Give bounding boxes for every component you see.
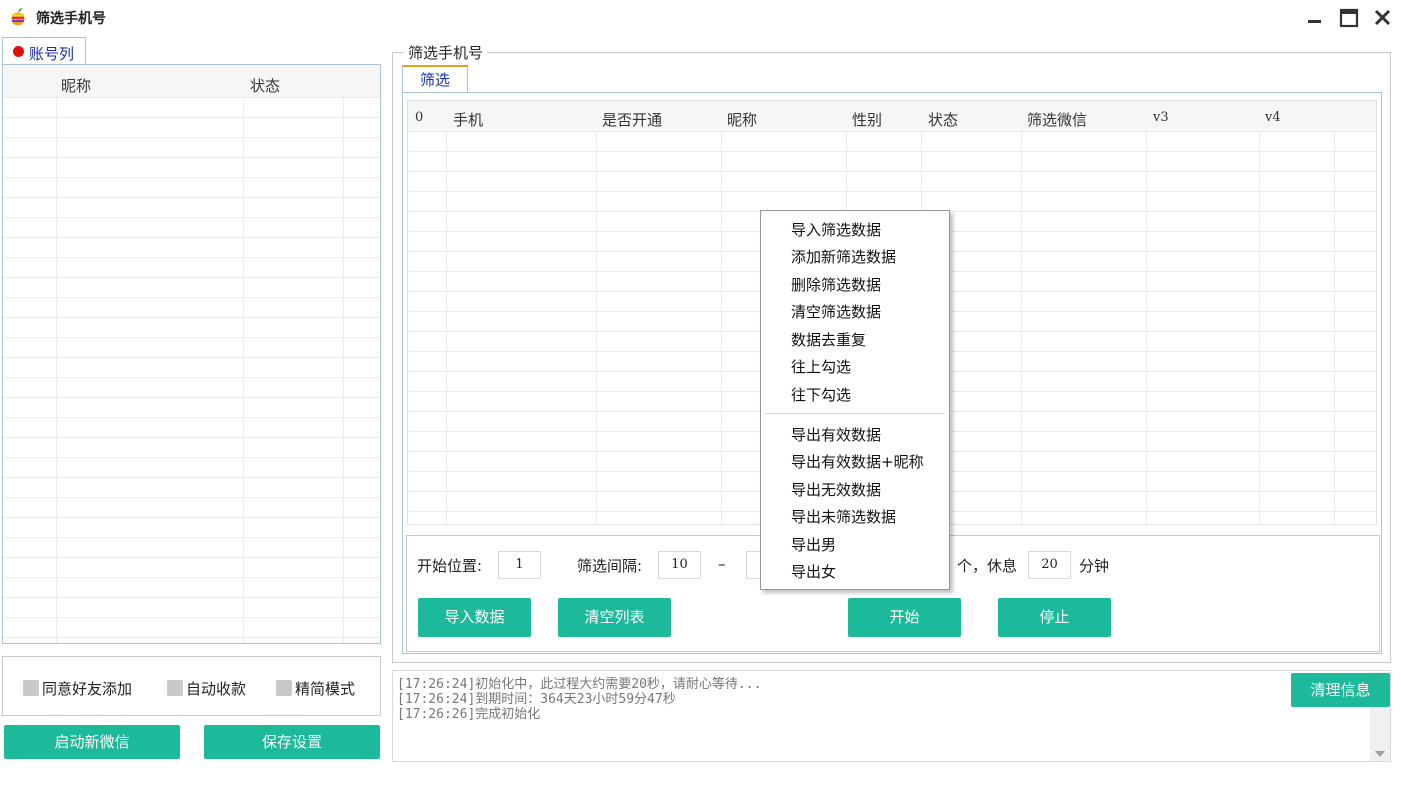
options-panel: 同意好友添加 自动收款 精简模式: [2, 656, 381, 716]
interval-from-input[interactable]: 10: [658, 551, 701, 579]
tab-filter[interactable]: 筛选: [402, 65, 468, 93]
menu-item-export-valid-nickname[interactable]: 导出有效数据+昵称: [791, 451, 924, 472]
save-settings-button[interactable]: 保存设置: [204, 725, 380, 759]
clear-log-button[interactable]: 清理信息: [1291, 673, 1390, 707]
column-nickname[interactable]: 昵称: [727, 109, 757, 130]
maximize-icon: [1339, 8, 1359, 28]
start-position-label: 开始位置:: [417, 557, 483, 575]
count-rest-label: 个，休息: [957, 557, 1018, 575]
window-title: 筛选手机号: [36, 11, 106, 27]
menu-item-export-unfiltered[interactable]: 导出未筛选数据: [791, 506, 896, 527]
tab-account-list[interactable]: 账号列: [2, 37, 86, 65]
interval-dash: –: [718, 555, 726, 573]
start-position-input[interactable]: 1: [498, 551, 541, 579]
rest-minutes-input[interactable]: 20: [1028, 551, 1071, 579]
minute-label: 分钟: [1079, 557, 1110, 575]
menu-item-export-invalid[interactable]: 导出无效数据: [791, 479, 881, 500]
status-dot-icon: [13, 46, 24, 57]
menu-item-export-valid[interactable]: 导出有效数据: [791, 424, 881, 445]
auto-collect-checkbox[interactable]: 自动收款: [167, 679, 246, 698]
column-opened[interactable]: 是否开通: [602, 109, 662, 130]
account-list[interactable]: 昵称 状态: [2, 64, 381, 644]
agree-friend-checkbox[interactable]: 同意好友添加: [23, 679, 132, 698]
clear-list-button[interactable]: 清空列表: [558, 598, 671, 637]
group-title: 筛选手机号: [404, 42, 488, 63]
menu-item-export-male[interactable]: 导出男: [791, 534, 836, 555]
start-button[interactable]: 开始: [848, 598, 961, 637]
column-status[interactable]: 状态: [250, 75, 280, 96]
column-nickname[interactable]: 昵称: [61, 75, 91, 96]
column-index[interactable]: 0: [415, 110, 423, 125]
menu-item-clear-filter[interactable]: 清空筛选数据: [791, 301, 881, 322]
column-status[interactable]: 状态: [928, 109, 958, 130]
interval-label: 筛选间隔:: [577, 557, 643, 575]
minimize-button[interactable]: [1302, 6, 1328, 30]
import-data-button[interactable]: 导入数据: [418, 598, 531, 637]
close-icon: [1374, 9, 1391, 26]
scroll-down-icon[interactable]: [1375, 746, 1385, 757]
menu-item-add-filter[interactable]: 添加新筛选数据: [791, 246, 896, 267]
title-bar: 筛选手机号: [0, 0, 1401, 36]
simple-mode-checkbox[interactable]: 精简模式: [276, 679, 355, 698]
phone-table-header: 0 手机 是否开通 昵称 性别 状态 筛选微信 v3 v4: [408, 101, 1376, 131]
menu-item-dedupe[interactable]: 数据去重复: [791, 329, 866, 350]
column-filter-wechat[interactable]: 筛选微信: [1027, 109, 1087, 130]
minimize-icon: [1308, 20, 1321, 23]
column-v3[interactable]: v3: [1153, 110, 1169, 125]
column-gender[interactable]: 性别: [852, 109, 882, 130]
menu-item-check-up[interactable]: 往上勾选: [791, 356, 851, 377]
apple-icon: [10, 8, 26, 26]
close-button[interactable]: [1370, 6, 1396, 30]
log-panel[interactable]: [17:26:24]初始化中，此过程大约需要20秒，请耐心等待... [17:2…: [392, 670, 1391, 762]
log-line: [17:26:26]完成初始化: [397, 707, 541, 722]
menu-item-import-filter[interactable]: 导入筛选数据: [791, 219, 881, 240]
menu-separator: [765, 413, 945, 414]
maximize-button[interactable]: [1336, 6, 1362, 30]
tab-label: 账号列: [29, 45, 75, 63]
menu-item-export-female[interactable]: 导出女: [791, 561, 836, 582]
context-menu: 导入筛选数据 添加新筛选数据 删除筛选数据 清空筛选数据 数据去重复 往上勾选 …: [760, 210, 950, 590]
start-wechat-button[interactable]: 启动新微信: [4, 725, 180, 759]
stop-button[interactable]: 停止: [998, 598, 1111, 637]
column-phone[interactable]: 手机: [453, 109, 483, 130]
menu-item-delete-filter[interactable]: 删除筛选数据: [791, 274, 881, 295]
list-grid: [3, 97, 380, 643]
menu-item-check-down[interactable]: 往下勾选: [791, 384, 851, 405]
account-list-header: 昵称 状态: [3, 65, 380, 97]
column-v4[interactable]: v4: [1265, 110, 1281, 125]
